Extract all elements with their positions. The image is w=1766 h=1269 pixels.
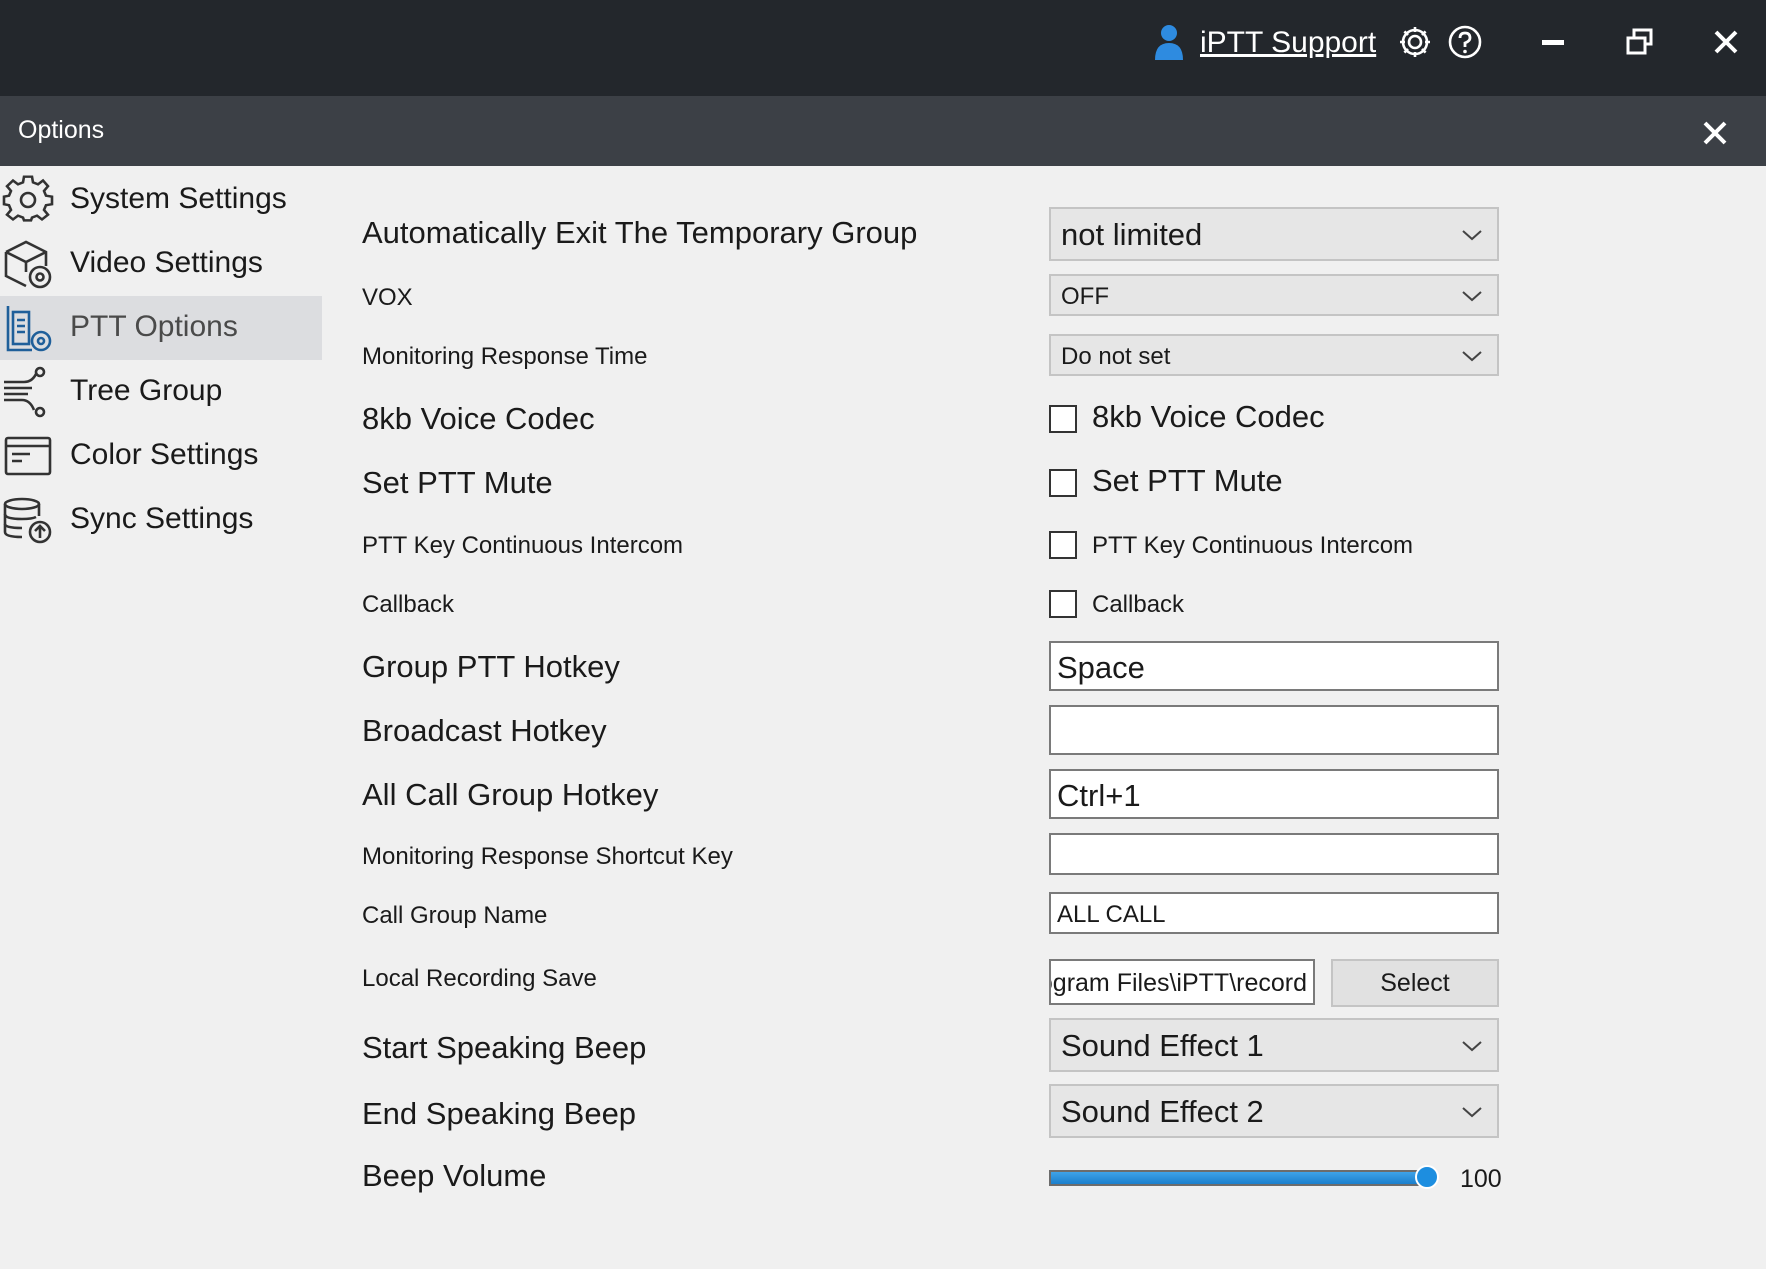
sidebar-item-label: PTT Options [70, 310, 238, 343]
monitor-shortcut-label: Monitoring Response Shortcut Key [362, 843, 733, 870]
callback-checkbox[interactable]: Callback [1049, 588, 1219, 622]
callback-label: Callback [362, 591, 455, 618]
checkbox-box[interactable] [1049, 469, 1077, 497]
settings-icon[interactable] [1395, 22, 1435, 62]
slider-thumb[interactable] [1415, 1165, 1439, 1189]
mute-label: Set PTT Mute [362, 465, 553, 500]
sidebar-item-label: Tree Group [70, 374, 223, 407]
allcall-hotkey-label: All Call Group Hotkey [362, 777, 659, 812]
codec-checkbox[interactable]: 8kb Voice Codec [1049, 399, 1349, 437]
sidebar-item-label: System Settings [70, 182, 287, 215]
recording-label: Local Recording Save [362, 965, 597, 992]
group-hotkey-input[interactable]: Space [1049, 641, 1499, 691]
group-hotkey-label: Group PTT Hotkey [362, 649, 620, 684]
tree-group-icon [4, 366, 46, 418]
monitor-time-select[interactable]: Do not set [1049, 334, 1499, 376]
callback-checkbox-label: Callback [1092, 591, 1185, 618]
vox-select[interactable]: OFF [1049, 274, 1499, 316]
vox-label: VOX [362, 284, 413, 311]
monitor-time-label: Monitoring Response Time [362, 343, 648, 370]
sidebar-item-video-settings[interactable]: Video Settings [0, 232, 322, 296]
checkbox-box[interactable] [1049, 590, 1077, 618]
title-bar: iPTT Support [0, 0, 1766, 96]
user-icon [1155, 25, 1183, 60]
video-settings-icon [4, 240, 52, 289]
auto-exit-value: not limited [1061, 217, 1203, 252]
sync-settings-icon [3, 497, 52, 544]
sidebar-item-tree-group[interactable]: Tree Group [0, 360, 322, 424]
options-close-icon[interactable] [1698, 116, 1732, 150]
close-icon[interactable] [1706, 22, 1746, 62]
start-beep-select[interactable]: Sound Effect 1 [1049, 1018, 1499, 1072]
beep-volume-value: 100 [1460, 1165, 1502, 1193]
group-hotkey-value: Space [1057, 650, 1145, 685]
options-header: Options [0, 96, 1766, 166]
ptt-options-icon [6, 306, 52, 352]
sidebar-item-color-settings[interactable]: Color Settings [0, 424, 322, 488]
checkbox-box[interactable] [1049, 531, 1077, 559]
end-beep-label: End Speaking Beep [362, 1096, 637, 1131]
vox-value: OFF [1061, 283, 1109, 310]
slider-fill [1051, 1172, 1427, 1184]
intercom-checkbox-label: PTT Key Continuous Intercom [1092, 532, 1414, 559]
recording-path-input[interactable]: C:\Program Files\iPTT\record [1049, 959, 1315, 1005]
auto-exit-label: Automatically Exit The Temporary Group [362, 215, 918, 250]
monitor-shortcut-input[interactable] [1049, 833, 1499, 875]
help-icon[interactable] [1445, 22, 1485, 62]
recording-path-value: C:\Program Files\iPTT\record [1051, 969, 1307, 997]
auto-exit-select[interactable]: not limited [1049, 207, 1499, 261]
support-link[interactable]: iPTT Support [1200, 26, 1376, 60]
slider-track[interactable] [1049, 1170, 1429, 1186]
sidebar-item-ptt-options[interactable]: PTT Options [0, 296, 322, 360]
monitor-time-value: Do not set [1061, 343, 1171, 370]
mute-checkbox[interactable]: Set PTT Mute [1049, 463, 1309, 501]
codec-checkbox-label: 8kb Voice Codec [1092, 399, 1325, 434]
chevron-down-icon [1462, 291, 1482, 302]
beep-volume-label: Beep Volume [362, 1158, 547, 1193]
chevron-down-icon [1462, 230, 1482, 241]
call-group-name-input[interactable]: ALL CALL [1049, 892, 1499, 934]
sidebar-item-label: Sync Settings [70, 502, 254, 535]
allcall-hotkey-input[interactable]: Ctrl+1 [1049, 769, 1499, 819]
broadcast-hotkey-label: Broadcast Hotkey [362, 713, 607, 748]
beep-volume-slider[interactable] [1049, 1163, 1445, 1193]
start-beep-label: Start Speaking Beep [362, 1030, 647, 1065]
codec-label: 8kb Voice Codec [362, 401, 595, 436]
sidebar-item-sync-settings[interactable]: Sync Settings [0, 488, 322, 552]
end-beep-value: Sound Effect 2 [1061, 1094, 1264, 1129]
start-beep-value: Sound Effect 1 [1061, 1028, 1264, 1063]
sidebar-item-label: Color Settings [70, 438, 259, 471]
sidebar-item-system-settings[interactable]: System Settings [0, 168, 322, 232]
restore-icon[interactable] [1620, 22, 1660, 62]
checkbox-box[interactable] [1049, 405, 1077, 433]
mute-checkbox-label: Set PTT Mute [1092, 463, 1283, 498]
end-beep-select[interactable]: Sound Effect 2 [1049, 1084, 1499, 1138]
sidebar-item-label: Video Settings [70, 246, 263, 279]
call-group-name-label: Call Group Name [362, 902, 548, 929]
gear-icon [2, 175, 54, 222]
options-title: Options [18, 116, 105, 144]
minimize-icon[interactable] [1533, 22, 1573, 62]
call-group-name-value: ALL CALL [1057, 901, 1166, 928]
select-button[interactable]: Select [1331, 959, 1499, 1007]
chevron-down-icon [1462, 1041, 1482, 1052]
chevron-down-icon [1462, 351, 1482, 362]
allcall-hotkey-value: Ctrl+1 [1057, 778, 1141, 813]
broadcast-hotkey-input[interactable] [1049, 705, 1499, 755]
color-settings-icon [4, 436, 52, 476]
intercom-checkbox[interactable]: PTT Key Continuous Intercom [1049, 529, 1429, 563]
intercom-label: PTT Key Continuous Intercom [362, 532, 684, 559]
chevron-down-icon [1462, 1107, 1482, 1118]
